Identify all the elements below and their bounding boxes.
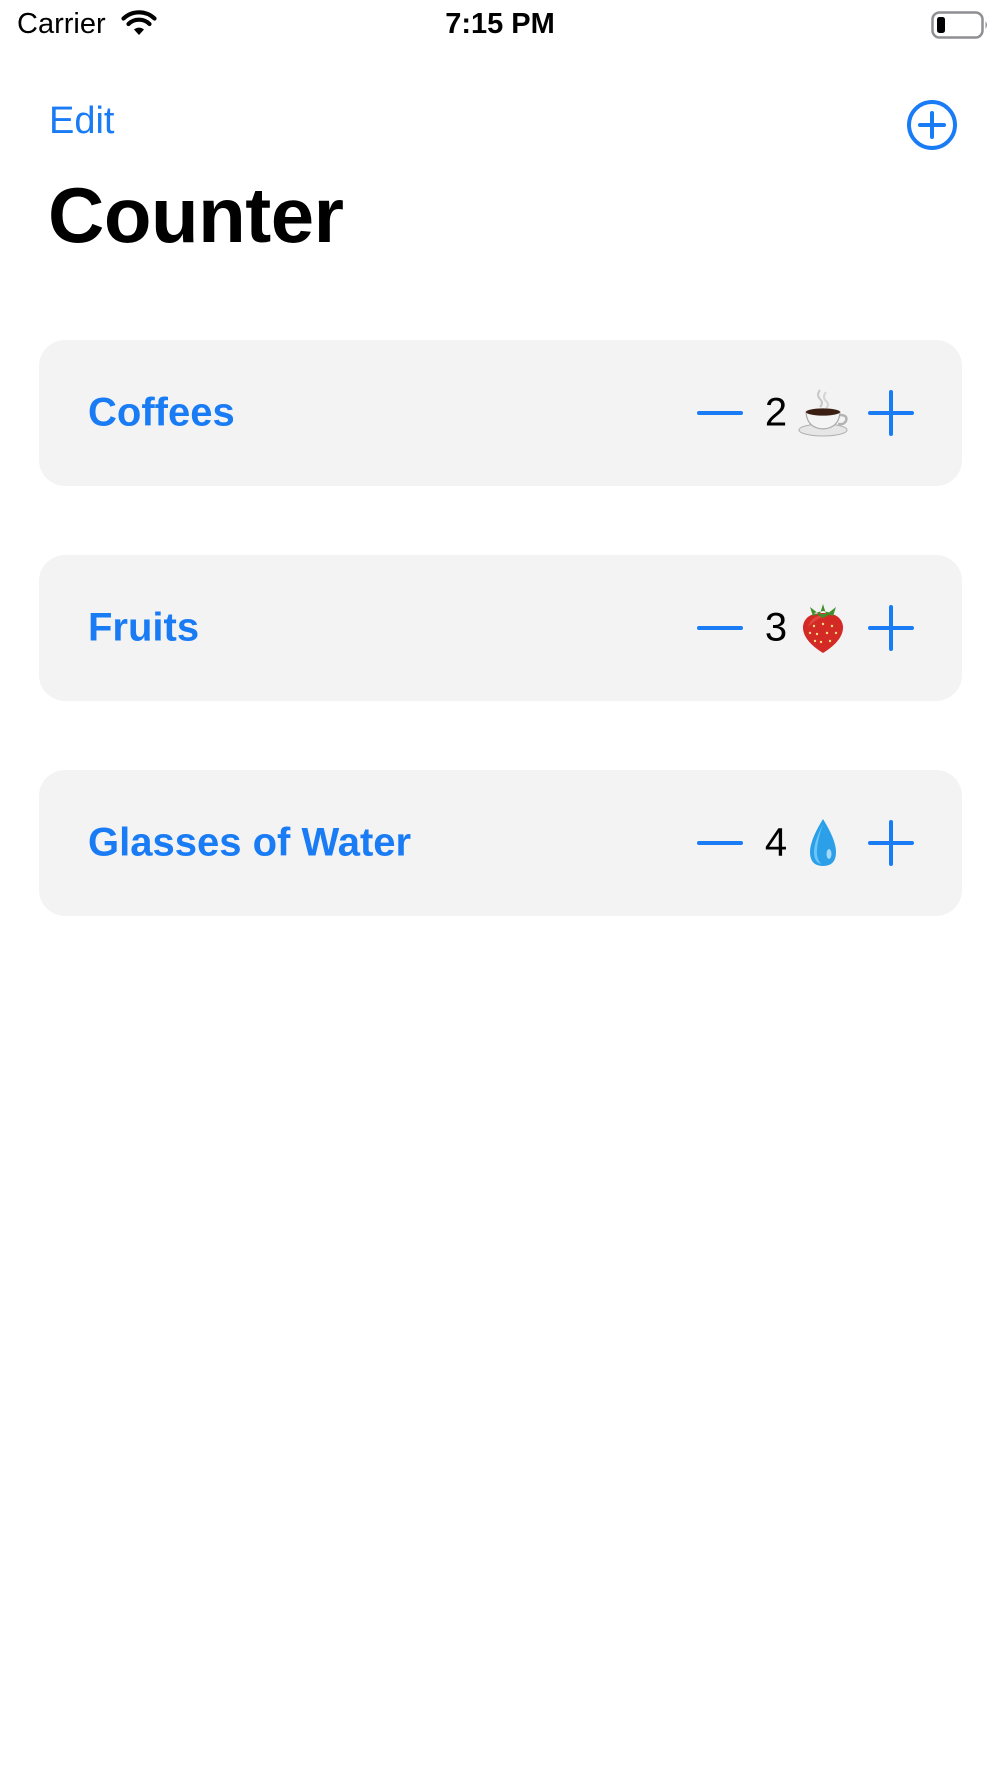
plus-icon bbox=[868, 390, 914, 436]
decrement-button[interactable] bbox=[697, 820, 743, 866]
status-bar: Carrier 7:15 PM bbox=[0, 0, 1000, 50]
counter-label[interactable]: Coffees bbox=[88, 391, 235, 436]
increment-button[interactable] bbox=[868, 820, 914, 866]
counter-value: 4 bbox=[764, 820, 788, 865]
counter-card-fruits: Fruits 3 bbox=[39, 555, 962, 701]
minus-icon bbox=[697, 411, 743, 415]
counter-card-glasses-of-water: Glasses of Water 4 bbox=[39, 770, 962, 916]
page-title: Counter bbox=[48, 171, 344, 259]
plus-icon bbox=[868, 605, 914, 651]
plus-icon bbox=[868, 820, 914, 866]
edit-button[interactable]: Edit bbox=[49, 100, 114, 143]
coffee-cup-icon bbox=[796, 386, 850, 440]
decrement-button[interactable] bbox=[697, 390, 743, 436]
minus-icon bbox=[697, 626, 743, 630]
increment-button[interactable] bbox=[868, 390, 914, 436]
counter-value: 2 bbox=[764, 390, 788, 435]
clock: 7:15 PM bbox=[445, 8, 555, 40]
water-drop-icon bbox=[796, 816, 850, 870]
decrement-button[interactable] bbox=[697, 605, 743, 651]
minus-icon bbox=[697, 841, 743, 845]
plus-circle-icon bbox=[906, 99, 958, 151]
counter-label[interactable]: Fruits bbox=[88, 606, 199, 651]
counter-value: 3 bbox=[764, 605, 788, 650]
add-button[interactable] bbox=[906, 99, 958, 151]
counter-card-coffees: Coffees 2 bbox=[39, 340, 962, 486]
battery-icon bbox=[931, 11, 989, 39]
counter-label[interactable]: Glasses of Water bbox=[88, 821, 411, 866]
strawberry-icon bbox=[796, 601, 850, 655]
increment-button[interactable] bbox=[868, 605, 914, 651]
